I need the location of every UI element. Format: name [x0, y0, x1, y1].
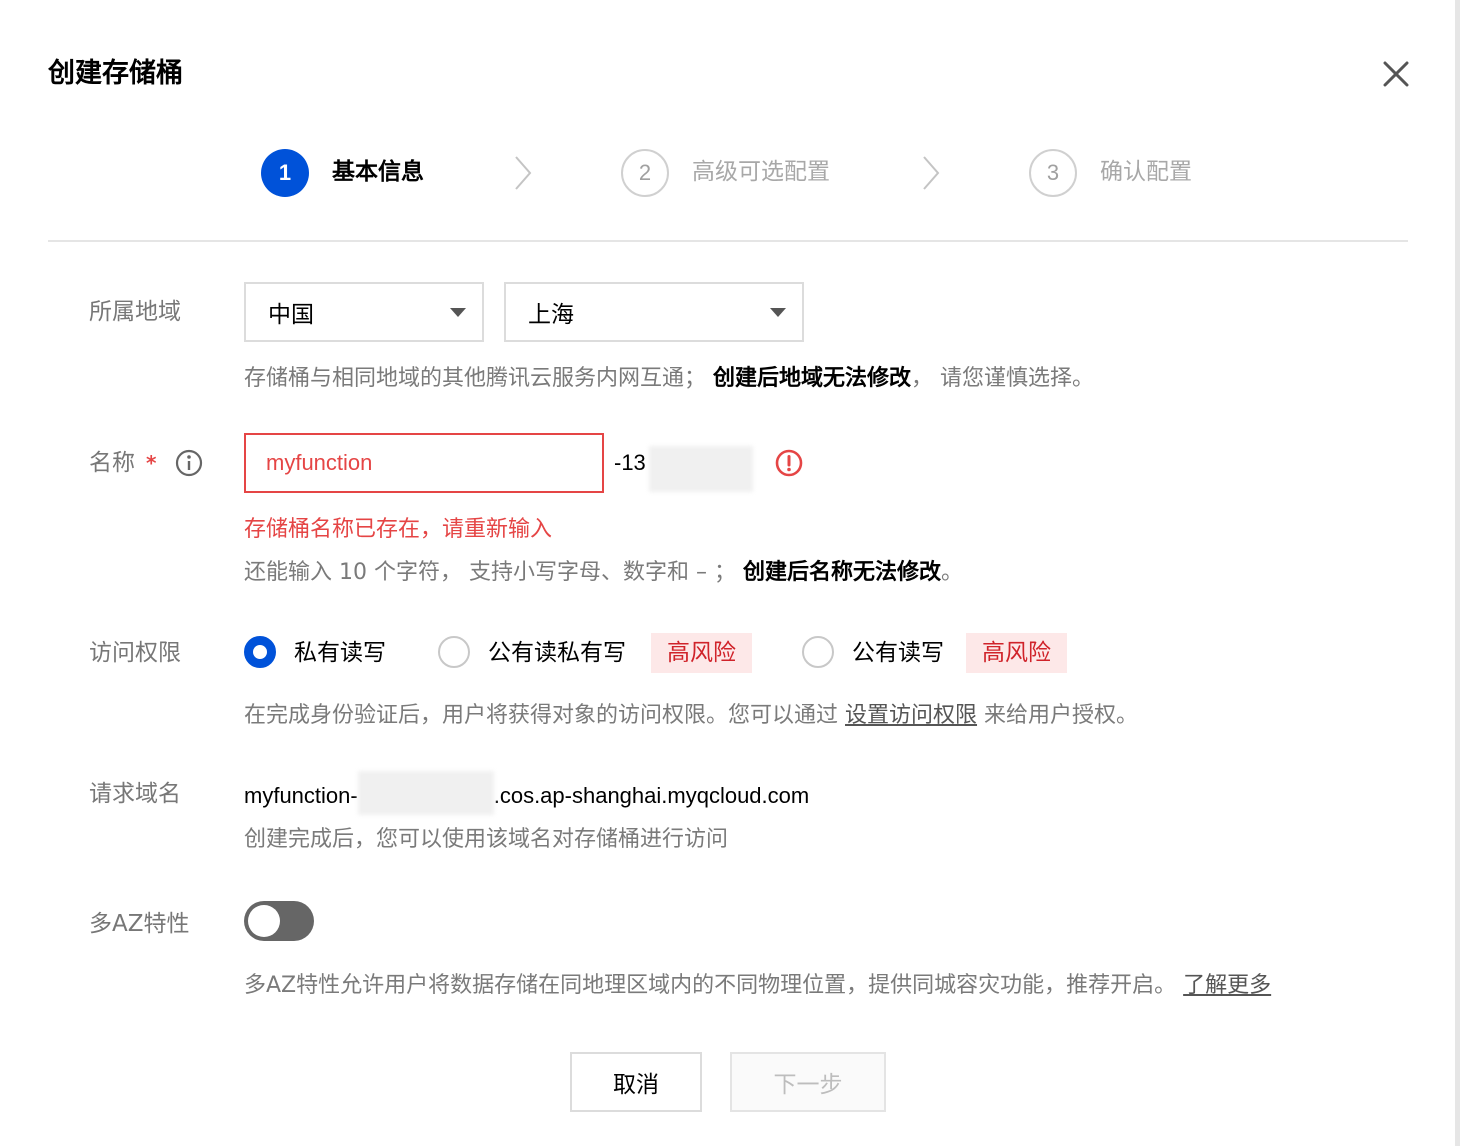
- name-suffix: -13: [614, 450, 646, 475]
- dialog-title: 创建存储桶: [48, 58, 183, 89]
- radio-private-rw[interactable]: [244, 636, 276, 668]
- radio-private-rw-label[interactable]: 私有读写: [294, 638, 386, 668]
- set-access-link[interactable]: 设置访问权限: [845, 703, 977, 728]
- radio-public-read-private-write-label[interactable]: 公有读私有写: [488, 638, 626, 668]
- domain-prefix: myfunction-: [244, 782, 358, 808]
- city-value: 上海: [528, 302, 574, 328]
- step-2-label: 高级可选配置: [692, 159, 830, 185]
- info-icon: [175, 449, 203, 477]
- cancel-button[interactable]: 取消: [570, 1052, 702, 1112]
- window-edge: [1455, 0, 1460, 1146]
- name-help: 还能输入 10 个字符， 支持小写字母、数字和 – ； 创建后名称无法修改。: [244, 558, 963, 588]
- toggle-knob: [248, 905, 280, 937]
- domain-label: 请求域名: [89, 781, 181, 807]
- caret-down-icon: [450, 307, 466, 317]
- learn-more-link[interactable]: 了解更多: [1183, 973, 1271, 998]
- header-divider: [48, 240, 1408, 242]
- multi-az-toggle[interactable]: [244, 901, 314, 941]
- name-label: 名称: [89, 450, 135, 476]
- region-help: 存储桶与相同地域的其他腾讯云服务内网互通； 创建后地域无法修改， 请您谨慎选择。: [244, 364, 1094, 394]
- next-step-button[interactable]: 下一步: [730, 1052, 886, 1112]
- error-icon: [775, 449, 803, 477]
- multi-az-label: 多AZ特性: [89, 911, 190, 937]
- region-help-suffix: ， 请您谨慎选择。: [911, 366, 1095, 391]
- request-domain: myfunction- .cos.ap-shanghai.myqcloud.com: [244, 771, 810, 815]
- multi-az-help: 多AZ特性允许用户将数据存储在同地理区域内的不同物理位置，提供同城容灾功能，推荐…: [244, 971, 1271, 1001]
- step-3-label: 确认配置: [1100, 159, 1192, 185]
- region-label: 所属地域: [89, 299, 181, 325]
- step-1-label: 基本信息: [332, 159, 424, 185]
- required-mark: *: [146, 451, 157, 475]
- access-label: 访问权限: [89, 640, 181, 666]
- radio-public-rw[interactable]: [802, 636, 834, 668]
- name-error-message: 存储桶名称已存在，请重新输入: [244, 517, 553, 542]
- access-help: 在完成身份验证后，用户将获得对象的访问权限。您可以通过 设置访问权限 来给用户授…: [244, 701, 1138, 731]
- domain-help: 创建完成后，您可以使用该域名对存储桶进行访问: [244, 827, 729, 852]
- name-help-bold: 创建后名称无法修改: [742, 560, 941, 585]
- access-help-text: 在完成身份验证后，用户将获得对象的访问权限。您可以通过: [244, 703, 839, 728]
- high-risk-badge: 高风险: [651, 633, 752, 673]
- bucket-name-input[interactable]: [244, 433, 604, 493]
- name-help-end: 。: [940, 560, 963, 585]
- country-value: 中国: [268, 302, 314, 328]
- caret-down-icon: [770, 307, 786, 317]
- step-3-circle: 3: [1029, 149, 1077, 197]
- high-risk-badge: 高风险: [966, 633, 1067, 673]
- close-button[interactable]: [1378, 56, 1414, 92]
- error-status: [775, 449, 803, 477]
- chevron-right-icon: [515, 156, 532, 190]
- multi-az-help-text: 多AZ特性允许用户将数据存储在同地理区域内的不同物理位置，提供同城容灾功能，推荐…: [244, 973, 1177, 998]
- name-help-text: 还能输入 10 个字符， 支持小写字母、数字和 – ；: [244, 560, 736, 585]
- access-help-suffix: 来给用户授权。: [984, 703, 1139, 728]
- step-2-circle: 2: [621, 149, 669, 197]
- step-1-circle: 1: [261, 149, 309, 197]
- city-select[interactable]: 上海: [504, 282, 804, 342]
- redacted-area: [649, 446, 753, 492]
- chevron-right-icon: [923, 156, 940, 190]
- country-select[interactable]: 中国: [244, 282, 484, 342]
- region-help-bold: 创建后地域无法修改: [713, 366, 912, 391]
- info-button[interactable]: [174, 448, 204, 478]
- radio-public-read-private-write[interactable]: [438, 636, 470, 668]
- close-icon: [1383, 61, 1409, 87]
- region-help-text: 存储桶与相同地域的其他腾讯云服务内网互通；: [244, 366, 707, 391]
- radio-public-rw-label[interactable]: 公有读写: [852, 638, 944, 668]
- redacted-area: [357, 771, 494, 815]
- domain-suffix: .cos.ap-shanghai.myqcloud.com: [493, 782, 810, 808]
